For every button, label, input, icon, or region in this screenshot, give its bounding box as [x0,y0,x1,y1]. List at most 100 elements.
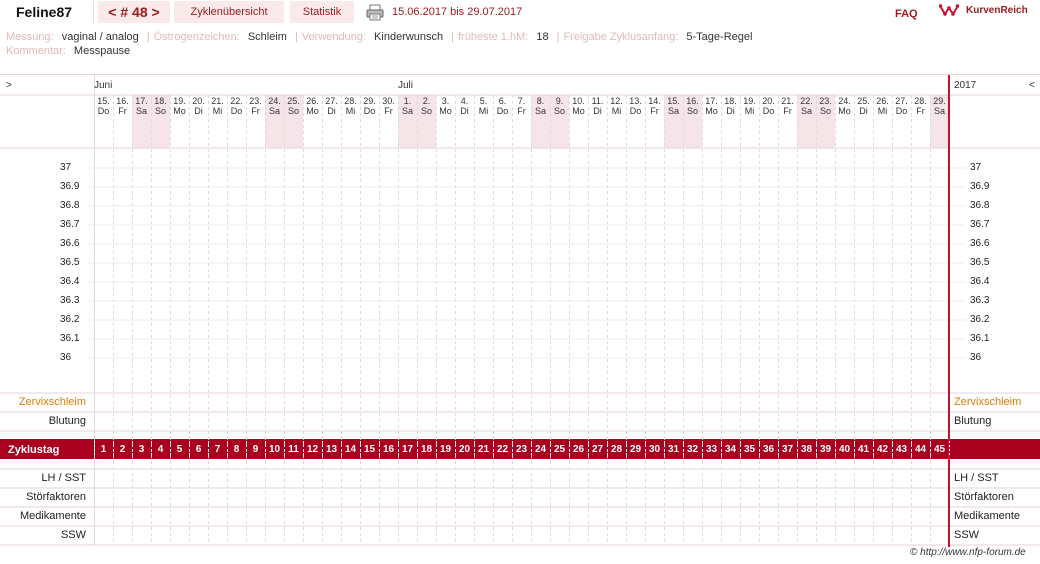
day-header[interactable]: 24. Mo [835,96,854,116]
nav-next-arrow[interactable]: < [1029,80,1035,91]
day-header[interactable]: 22. Sa [797,96,816,116]
username: Feline87 [0,1,94,23]
day-header[interactable]: 29. Do [360,96,379,116]
cycle-day-number: 9 [252,444,259,455]
usage-value: Kinderwunsch [374,31,444,43]
row-label-disturb-right: Störfaktoren [954,491,1014,503]
cycle-day-number: 34 [724,444,737,455]
temp-tick-label: 36.1 [60,333,80,344]
temp-tick-label-right: 36.6 [970,238,990,249]
day-header[interactable]: 21. Fr [778,96,797,116]
day-header[interactable]: 21. Mi [208,96,227,116]
cycle-day-number: 39 [819,444,832,455]
day-header[interactable]: 3. Mo [436,96,455,116]
day-header[interactable]: 11. Di [588,96,607,116]
day-header[interactable]: 29. Sa [930,96,949,116]
day-header[interactable]: 20. Do [759,96,778,116]
temp-tick-label-right: 36.3 [970,295,990,306]
month-label: Juni [94,80,113,91]
day-header[interactable]: 19. Mi [740,96,759,116]
day-header[interactable]: 1. Sa [398,96,417,116]
release-label: Freigabe Zyklusanfang: [563,31,679,43]
day-header[interactable]: 14. Fr [645,96,664,116]
day-header[interactable]: 4. Di [455,96,474,116]
day-header[interactable]: 17. Sa [132,96,151,116]
day-header[interactable]: 15. Do [94,96,113,116]
day-header[interactable]: 10. Mo [569,96,588,116]
day-header[interactable]: 12. Mi [607,96,626,116]
temp-tick-label: 36.2 [60,314,80,325]
temp-tick-label: 36 [60,352,72,363]
day-header[interactable]: 28. Fr [911,96,930,116]
first-hm-value: 18 [536,31,549,43]
cycle-day-number: 6 [195,444,202,455]
day-header[interactable]: 13. Do [626,96,645,116]
day-header[interactable]: 22. Do [227,96,246,116]
day-header[interactable]: 16. So [683,96,702,116]
cycle-navigator[interactable]: < # 48 > [98,1,170,23]
tab-statistics[interactable]: Statistik [290,1,354,23]
day-header[interactable]: 27. Di [322,96,341,116]
cycle-day-number: 10 [268,444,281,455]
nav-prev-arrow[interactable]: > [6,80,12,91]
day-header[interactable]: 5. Mi [474,96,493,116]
temp-tick-label-right: 36.2 [970,314,990,325]
cycle-day-number: 12 [306,444,319,455]
release-value: 5-Tage-Regel [686,31,753,43]
day-header[interactable]: 23. So [816,96,835,116]
row-label-cervix: Zervixschleim [18,396,86,408]
cycle-day-number: 27 [591,444,604,455]
day-header[interactable]: 26. Mi [873,96,892,116]
date-range: 15.06.2017 bis 29.07.2017 [392,6,523,18]
comment-row: Kommentar: Messpause [6,45,134,57]
row-label-cervix-right: Zervixschleim [954,396,1022,408]
brand-name[interactable]: KurvenReich [966,5,1028,16]
day-header[interactable]: 25. Di [854,96,873,116]
temp-tick-label: 36.8 [60,200,80,211]
cycle-day-number: 33 [705,444,718,455]
row-label-bleeding: Blutung [48,415,86,427]
day-header[interactable]: 30. Fr [379,96,398,116]
day-header[interactable]: 2. So [417,96,436,116]
tab-cycle-overview[interactable]: Zyklenübersicht [174,1,284,23]
cycle-day-number: 17 [401,444,414,455]
cycle-day-number: 15 [363,444,376,455]
temp-tick-label-right: 36.1 [970,333,990,344]
cycle-day-number: 14 [344,444,357,455]
day-header[interactable]: 9. So [550,96,569,116]
day-header[interactable]: 27. Do [892,96,911,116]
comment-label: Kommentar: [6,45,66,57]
temp-tick-label: 36.7 [60,219,80,230]
day-header[interactable]: 20. Di [189,96,208,116]
cycle-day-number: 22 [496,444,509,455]
day-header[interactable]: 24. Sa [265,96,284,116]
day-header[interactable]: 26. Mo [303,96,322,116]
measurement-value: vaginal / analog [61,31,139,43]
day-header[interactable]: 7. Fr [512,96,531,116]
cycle-day-number: 7 [214,444,221,455]
day-header[interactable]: 17. Mo [702,96,721,116]
temp-tick-label-right: 37 [970,162,982,173]
temp-tick-label: 36.6 [60,238,80,249]
printer-icon[interactable] [366,4,384,21]
cycle-day-number: 29 [629,444,642,455]
cycle-day-number: 20 [458,444,471,455]
cycle-day-number: 18 [420,444,433,455]
day-header[interactable]: 8. Sa [531,96,550,116]
day-header[interactable]: 25. So [284,96,303,116]
temp-tick-label-right: 36.8 [970,200,990,211]
day-header[interactable]: 19. Mo [170,96,189,116]
cycle-chart: > < 2017 Zervixschleim Blutung LH / SST … [0,74,1040,547]
faq-link[interactable]: FAQ [895,8,918,20]
cycle-day-number: 41 [857,444,870,455]
cycle-day-number: 35 [743,444,756,455]
day-header[interactable]: 28. Mi [341,96,360,116]
day-header[interactable]: 16. Fr [113,96,132,116]
copyright[interactable]: © http://www.nfp-forum.de [910,547,1026,558]
day-header[interactable]: 18. So [151,96,170,116]
day-header[interactable]: 23. Fr [246,96,265,116]
curve-logo-icon [939,4,959,16]
day-header[interactable]: 6. Do [493,96,512,116]
day-header[interactable]: 15. Sa [664,96,683,116]
day-header[interactable]: 18. Di [721,96,740,116]
